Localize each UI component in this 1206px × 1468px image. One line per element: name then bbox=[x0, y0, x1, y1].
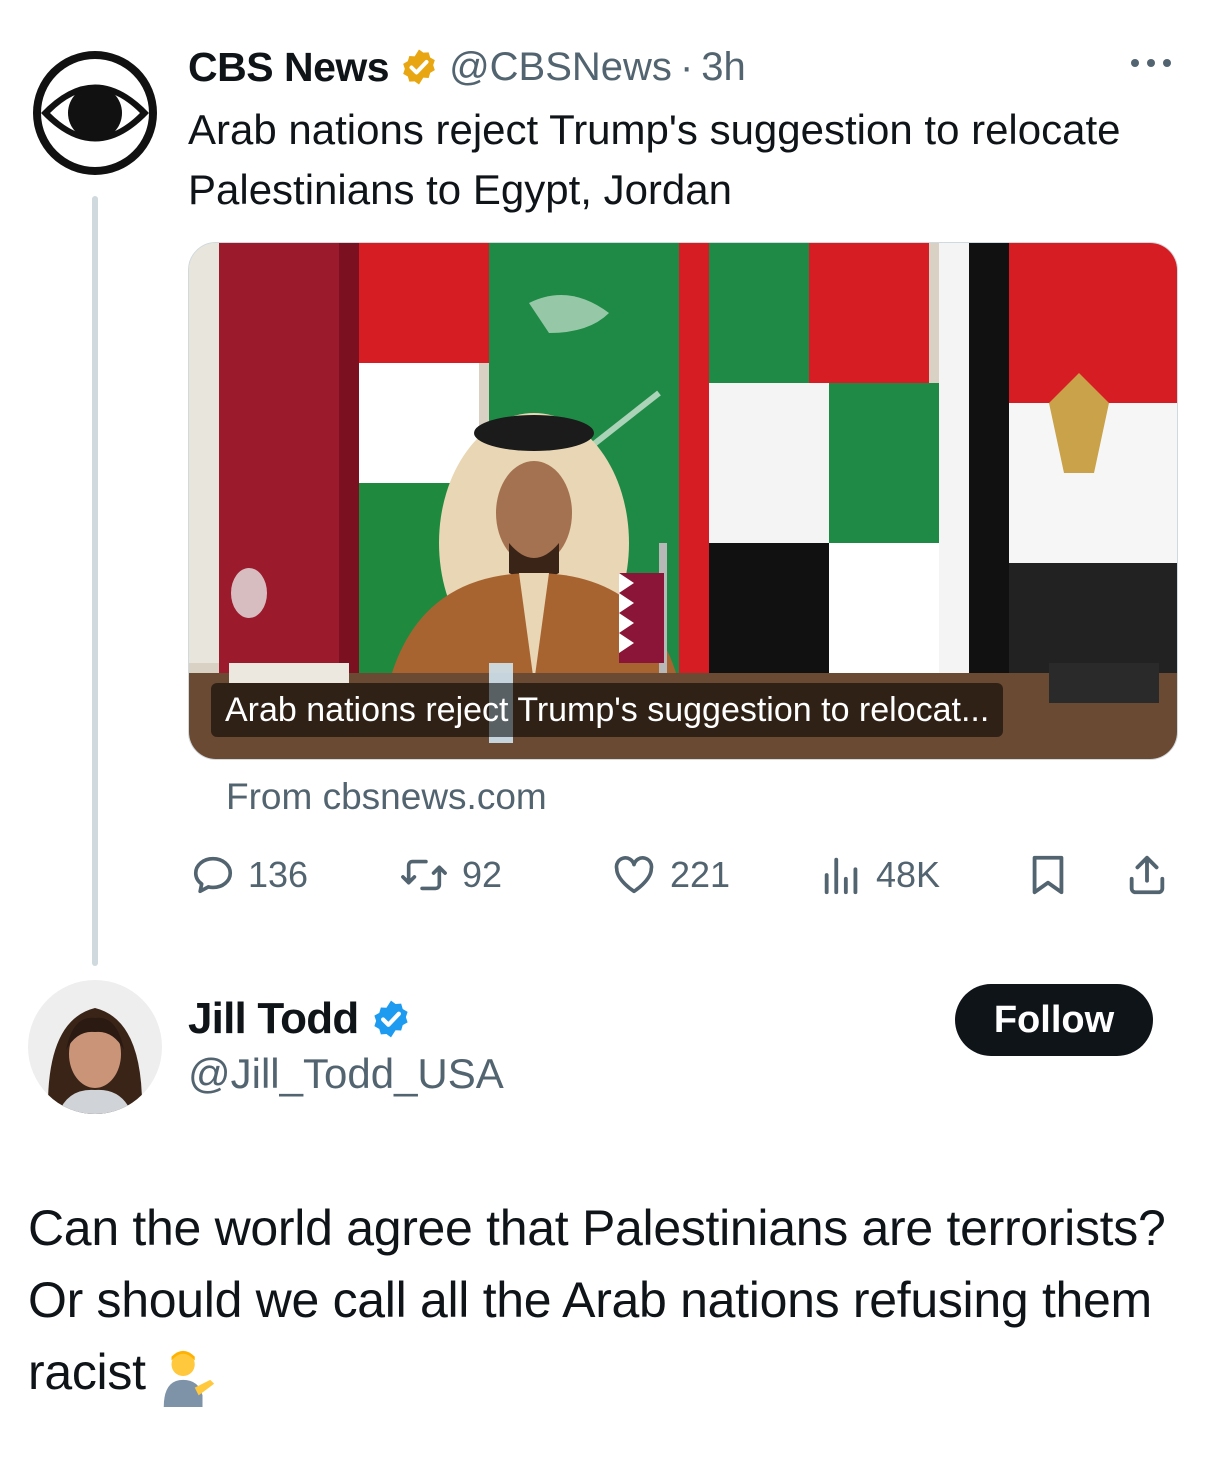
link-preview-card[interactable]: Arab nations reject Trump's suggestion t… bbox=[188, 242, 1178, 760]
dot-separator: · bbox=[679, 44, 694, 89]
profile-photo-icon bbox=[28, 980, 162, 1114]
blue-verified-icon bbox=[374, 1000, 409, 1038]
repost-icon bbox=[401, 859, 447, 891]
follow-button[interactable]: Follow bbox=[955, 984, 1153, 1056]
repost-button[interactable]: 92 bbox=[398, 852, 502, 898]
bookmark-icon bbox=[1032, 855, 1064, 895]
views-chart-icon bbox=[824, 857, 858, 895]
tweet-text: Arab nations reject Trump's suggestion t… bbox=[188, 106, 1121, 213]
bookmark-button[interactable] bbox=[1026, 852, 1082, 898]
like-button[interactable]: 221 bbox=[610, 852, 730, 898]
ellipsis-icon bbox=[1131, 59, 1171, 67]
tweet-header: CBS News @CBSNews · 3h bbox=[188, 42, 746, 92]
reply-author-handle[interactable]: @Jill_Todd_USA bbox=[188, 1050, 504, 1098]
link-source[interactable]: From cbsnews.com bbox=[226, 776, 547, 818]
heart-icon bbox=[614, 856, 654, 894]
repost-count: 92 bbox=[462, 854, 503, 895]
reply-text: Can the world agree that Palestinians ar… bbox=[28, 1192, 1178, 1408]
view-count: 48K bbox=[876, 854, 941, 895]
like-count: 221 bbox=[670, 854, 731, 895]
cbs-news-avatar[interactable] bbox=[28, 46, 162, 180]
cbs-eye-logo-icon bbox=[29, 47, 161, 179]
reply-count: 136 bbox=[248, 854, 309, 895]
views-button[interactable]: 48K bbox=[820, 852, 940, 898]
link-card-caption: Arab nations reject Trump's suggestion t… bbox=[211, 683, 1004, 737]
jill-todd-avatar[interactable] bbox=[28, 980, 162, 1114]
share-icon bbox=[1129, 855, 1165, 895]
reply-icon bbox=[193, 856, 233, 894]
gold-verified-icon bbox=[403, 49, 435, 85]
more-options-button[interactable] bbox=[1126, 50, 1176, 76]
person-tipping-hand-icon bbox=[163, 1350, 214, 1407]
reply-author-name[interactable]: Jill Todd bbox=[188, 994, 359, 1044]
author-handle[interactable]: @CBSNews bbox=[449, 45, 672, 90]
share-button[interactable] bbox=[1124, 852, 1182, 898]
author-name[interactable]: CBS News bbox=[188, 44, 390, 91]
thread-connector-line bbox=[92, 196, 98, 966]
reply-header: Jill Todd bbox=[188, 992, 412, 1046]
timestamp[interactable]: 3h bbox=[701, 45, 746, 90]
reply-button[interactable]: 136 bbox=[190, 852, 308, 898]
